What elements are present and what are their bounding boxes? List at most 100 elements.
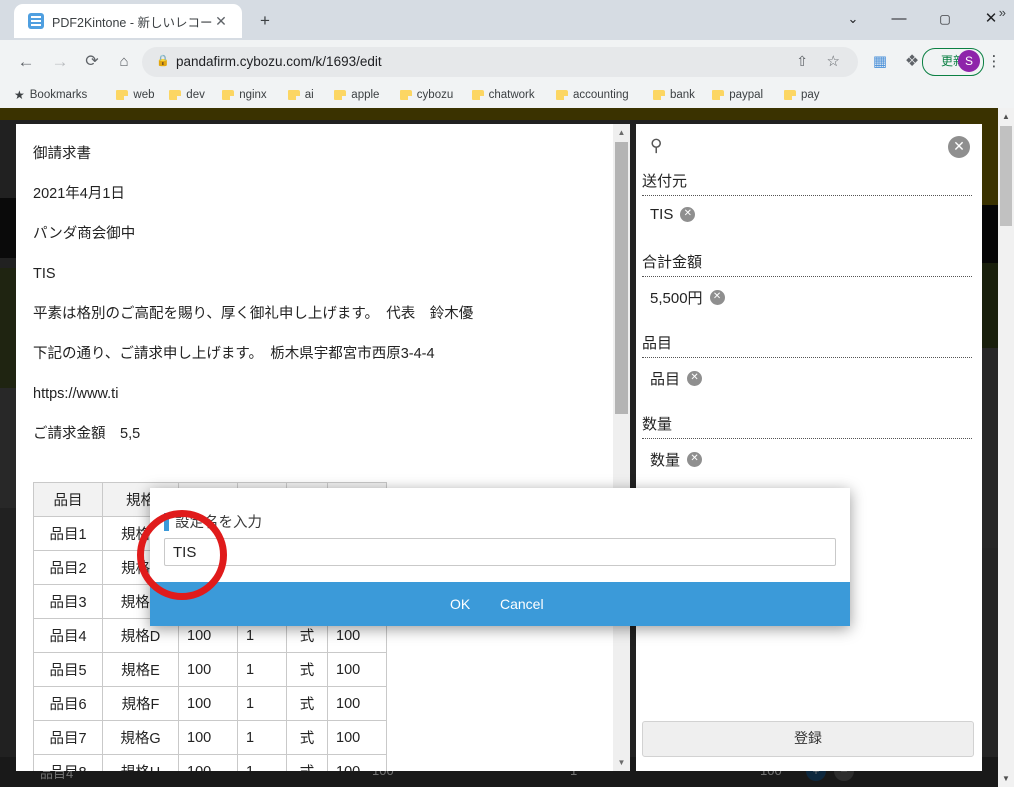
capture-icon[interactable]: ▦: [866, 48, 894, 76]
cell-item: 品目3: [33, 584, 103, 619]
dialog-actions: OK Cancel: [150, 582, 850, 626]
dialog-label: 設定名を入力: [164, 511, 262, 532]
bookmark-item-accounting[interactable]: accounting: [556, 82, 629, 108]
bookmark-item-paypal[interactable]: paypal: [712, 82, 763, 108]
new-tab-button[interactable]: +: [252, 9, 278, 33]
preview-scrollbar[interactable]: ▲ ▼: [613, 124, 630, 771]
ok-button[interactable]: OK: [450, 582, 470, 626]
field-mapping-panel: ⚲ ✕ 送付元 TIS ✕ 合計金額 5,500円 ✕ 品目 品目 ✕ 数量 数…: [636, 124, 982, 771]
scroll-up-icon[interactable]: ▲: [613, 124, 630, 141]
close-icon[interactable]: ✕: [948, 136, 970, 158]
bookmark-item-chatwork[interactable]: chatwork: [471, 82, 535, 108]
field-label: 品目: [642, 335, 673, 352]
forward-icon[interactable]: →: [46, 48, 74, 76]
remove-chip-icon[interactable]: ✕: [680, 207, 696, 222]
field-group-sender: 送付元 TIS ✕: [642, 170, 972, 223]
cell-total: 100: [327, 652, 387, 687]
bookmark-star-icon[interactable]: ☆: [827, 52, 840, 70]
bookmark-item-web[interactable]: web: [116, 82, 155, 108]
cell-unit: 式: [286, 686, 328, 721]
bookmark-item-ai[interactable]: ai: [287, 82, 314, 108]
lock-icon: 🔒: [156, 55, 170, 67]
bookmark-item-cybozu[interactable]: cybozu: [399, 82, 454, 108]
table-row: 品目7 規格G 100 1 式 100: [33, 720, 387, 755]
bookmark-item-label: chatwork: [488, 89, 535, 101]
bookmark-item-label: paypal: [729, 89, 764, 101]
tab-search-chevron-down-icon[interactable]: ⌄: [830, 4, 876, 34]
cell-qty: 1: [237, 754, 287, 771]
cell-spec: 規格G: [102, 720, 179, 755]
table-row: 品目8 規格H 100 1 式 100: [33, 754, 387, 771]
cancel-button[interactable]: Cancel: [500, 582, 544, 626]
remove-chip-icon[interactable]: ✕: [709, 290, 725, 305]
address-bar[interactable]: 🔒 pandafirm.cybozu.com/k/1693/edit ⇧ ☆: [142, 47, 858, 77]
browser-chrome: PDF2Kintone - 新しいレコード ✕ + ⌄ — ▢ ✕ ← → ⟳ …: [0, 0, 1014, 108]
back-icon[interactable]: ←: [12, 48, 40, 76]
scroll-up-icon[interactable]: ▲: [998, 108, 1014, 125]
cell-item: 品目2: [33, 550, 103, 585]
bookmark-item-bank[interactable]: bank: [653, 82, 695, 108]
invoice-line: 御請求書: [33, 146, 91, 162]
table-header-cell: 品目: [33, 482, 103, 517]
cell-unit: 式: [286, 720, 328, 755]
cell-qty: 1: [237, 720, 287, 755]
reload-icon[interactable]: ⟳: [78, 48, 106, 76]
cell-item: 品目8: [33, 754, 103, 771]
setting-name-input[interactable]: [164, 538, 836, 566]
bookmark-item-label: accounting: [573, 89, 629, 101]
bookmark-item-nginx[interactable]: nginx: [222, 82, 267, 108]
bookmark-item-pay[interactable]: pay: [784, 82, 820, 108]
register-button[interactable]: 登録: [642, 721, 974, 757]
bookmark-item-apple[interactable]: apple: [334, 82, 379, 108]
bookmark-item-label: apple: [351, 89, 380, 101]
cell-qty: 1: [237, 652, 287, 687]
field-value: 数量 ✕: [642, 439, 972, 470]
search-icon[interactable]: ⚲: [650, 136, 672, 158]
home-icon[interactable]: ⌂: [110, 48, 138, 76]
field-group-total: 合計金額 5,500円 ✕: [642, 251, 972, 308]
invoice-line: https://www.ti: [33, 386, 119, 402]
bookmark-item-label: pay: [801, 89, 820, 101]
cell-spec: 規格H: [102, 754, 179, 771]
bookmark-item-dev[interactable]: dev: [169, 82, 205, 108]
remove-chip-icon[interactable]: ✕: [687, 452, 703, 467]
folder-icon: [222, 90, 235, 100]
invoice-preview-panel: 御請求書 2021年4月1日 パンダ商会御中 TIS 平素は格別のご高配を賜り、…: [16, 124, 629, 771]
folder-icon: [784, 90, 796, 100]
cell-item: 品目1: [33, 516, 103, 551]
remove-chip-icon[interactable]: ✕: [687, 371, 703, 386]
cell-total: 100: [327, 686, 387, 721]
field-value-text: 数量: [650, 452, 681, 469]
folder-icon: [287, 90, 300, 100]
field-group-qty: 数量 数量 ✕: [642, 413, 972, 470]
bookmarks-label-text: Bookmarks: [29, 89, 88, 101]
window-minimize-icon[interactable]: —: [876, 4, 922, 34]
tab-close-icon[interactable]: ✕: [212, 13, 230, 31]
invoice-line: 下記の通り、ご請求申し上げます。 栃木県宇都宮市西原3-4-4: [33, 346, 435, 362]
invoice-line: ご請求金額 5,5: [33, 426, 141, 442]
bookmark-item-label: cybozu: [416, 89, 454, 101]
bookmarks-label[interactable]: ★ Bookmarks: [14, 82, 87, 108]
window-close-icon[interactable]: ✕: [968, 4, 1014, 34]
cell-total: 100: [327, 720, 387, 755]
page-scrollbar[interactable]: ▲ ▼: [998, 108, 1014, 787]
bookmark-item-label: bank: [670, 89, 695, 101]
share-icon[interactable]: ⇧: [796, 53, 808, 70]
invoice-line: 2021年4月1日: [33, 186, 125, 202]
cell-item: 品目6: [33, 686, 103, 721]
invoice-line: TIS: [33, 266, 56, 282]
browser-menu-icon[interactable]: ⋮: [984, 48, 1004, 76]
dialog-label-text: 設定名を入力: [175, 515, 262, 531]
browser-tab[interactable]: PDF2Kintone - 新しいレコード ✕: [14, 4, 242, 38]
field-value-text: 品目: [650, 371, 681, 388]
avatar[interactable]: S: [958, 50, 980, 72]
folder-icon: [556, 90, 568, 100]
scroll-thumb[interactable]: [1000, 126, 1012, 226]
bookmark-item-label: web: [133, 89, 155, 101]
scroll-down-icon[interactable]: ▼: [613, 754, 630, 771]
scroll-down-icon[interactable]: ▼: [998, 770, 1014, 787]
scroll-thumb[interactable]: [615, 142, 628, 414]
bookmark-item-label: nginx: [239, 89, 267, 101]
window-maximize-icon[interactable]: ▢: [922, 4, 968, 34]
bookmarks-overflow-icon[interactable]: »: [999, 0, 1006, 26]
